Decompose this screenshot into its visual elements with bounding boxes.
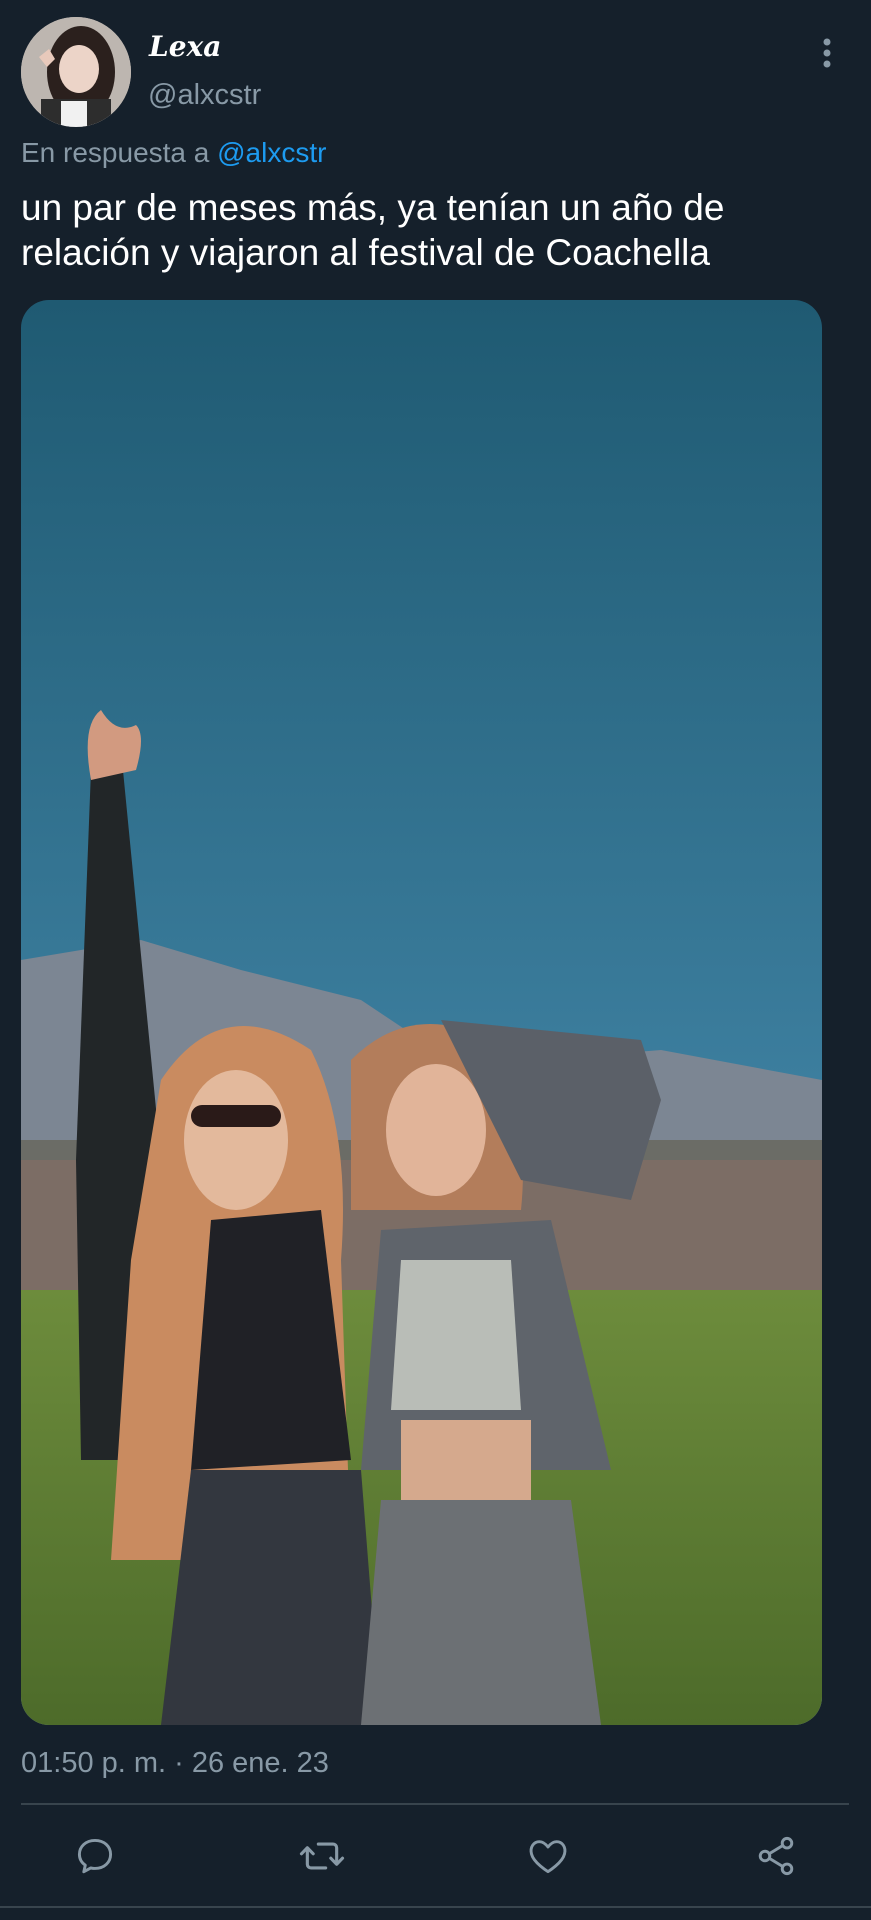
tweet-photo[interactable] bbox=[21, 300, 822, 1725]
retweet-button[interactable] bbox=[292, 1830, 352, 1882]
like-button[interactable] bbox=[518, 1830, 578, 1882]
divider bbox=[21, 1803, 849, 1805]
share-icon bbox=[758, 1836, 794, 1876]
avatar-image bbox=[21, 17, 131, 127]
user-handle[interactable]: @alxcstr bbox=[148, 79, 261, 112]
reply-prefix: En respuesta a bbox=[21, 137, 210, 168]
reply-context: En respuesta a @alxcstr bbox=[21, 137, 326, 169]
share-button[interactable] bbox=[746, 1830, 806, 1882]
avatar[interactable] bbox=[21, 17, 131, 127]
tweet-text: un par de meses más, ya tenían un año de… bbox=[21, 187, 725, 273]
like-icon bbox=[529, 1840, 567, 1874]
reply-icon bbox=[77, 1838, 113, 1874]
display-name[interactable]: Lexa bbox=[149, 30, 221, 63]
reply-mention-link[interactable]: @alxcstr bbox=[217, 137, 326, 168]
photo-image bbox=[21, 300, 822, 1725]
tweet-timestamp[interactable]: 01:50 p. m. · 26 ene. 23 bbox=[21, 1747, 329, 1780]
retweet-icon bbox=[299, 1842, 345, 1870]
bottom-divider bbox=[0, 1906, 871, 1908]
more-options-icon[interactable] bbox=[815, 34, 839, 74]
reply-button[interactable] bbox=[65, 1830, 125, 1882]
